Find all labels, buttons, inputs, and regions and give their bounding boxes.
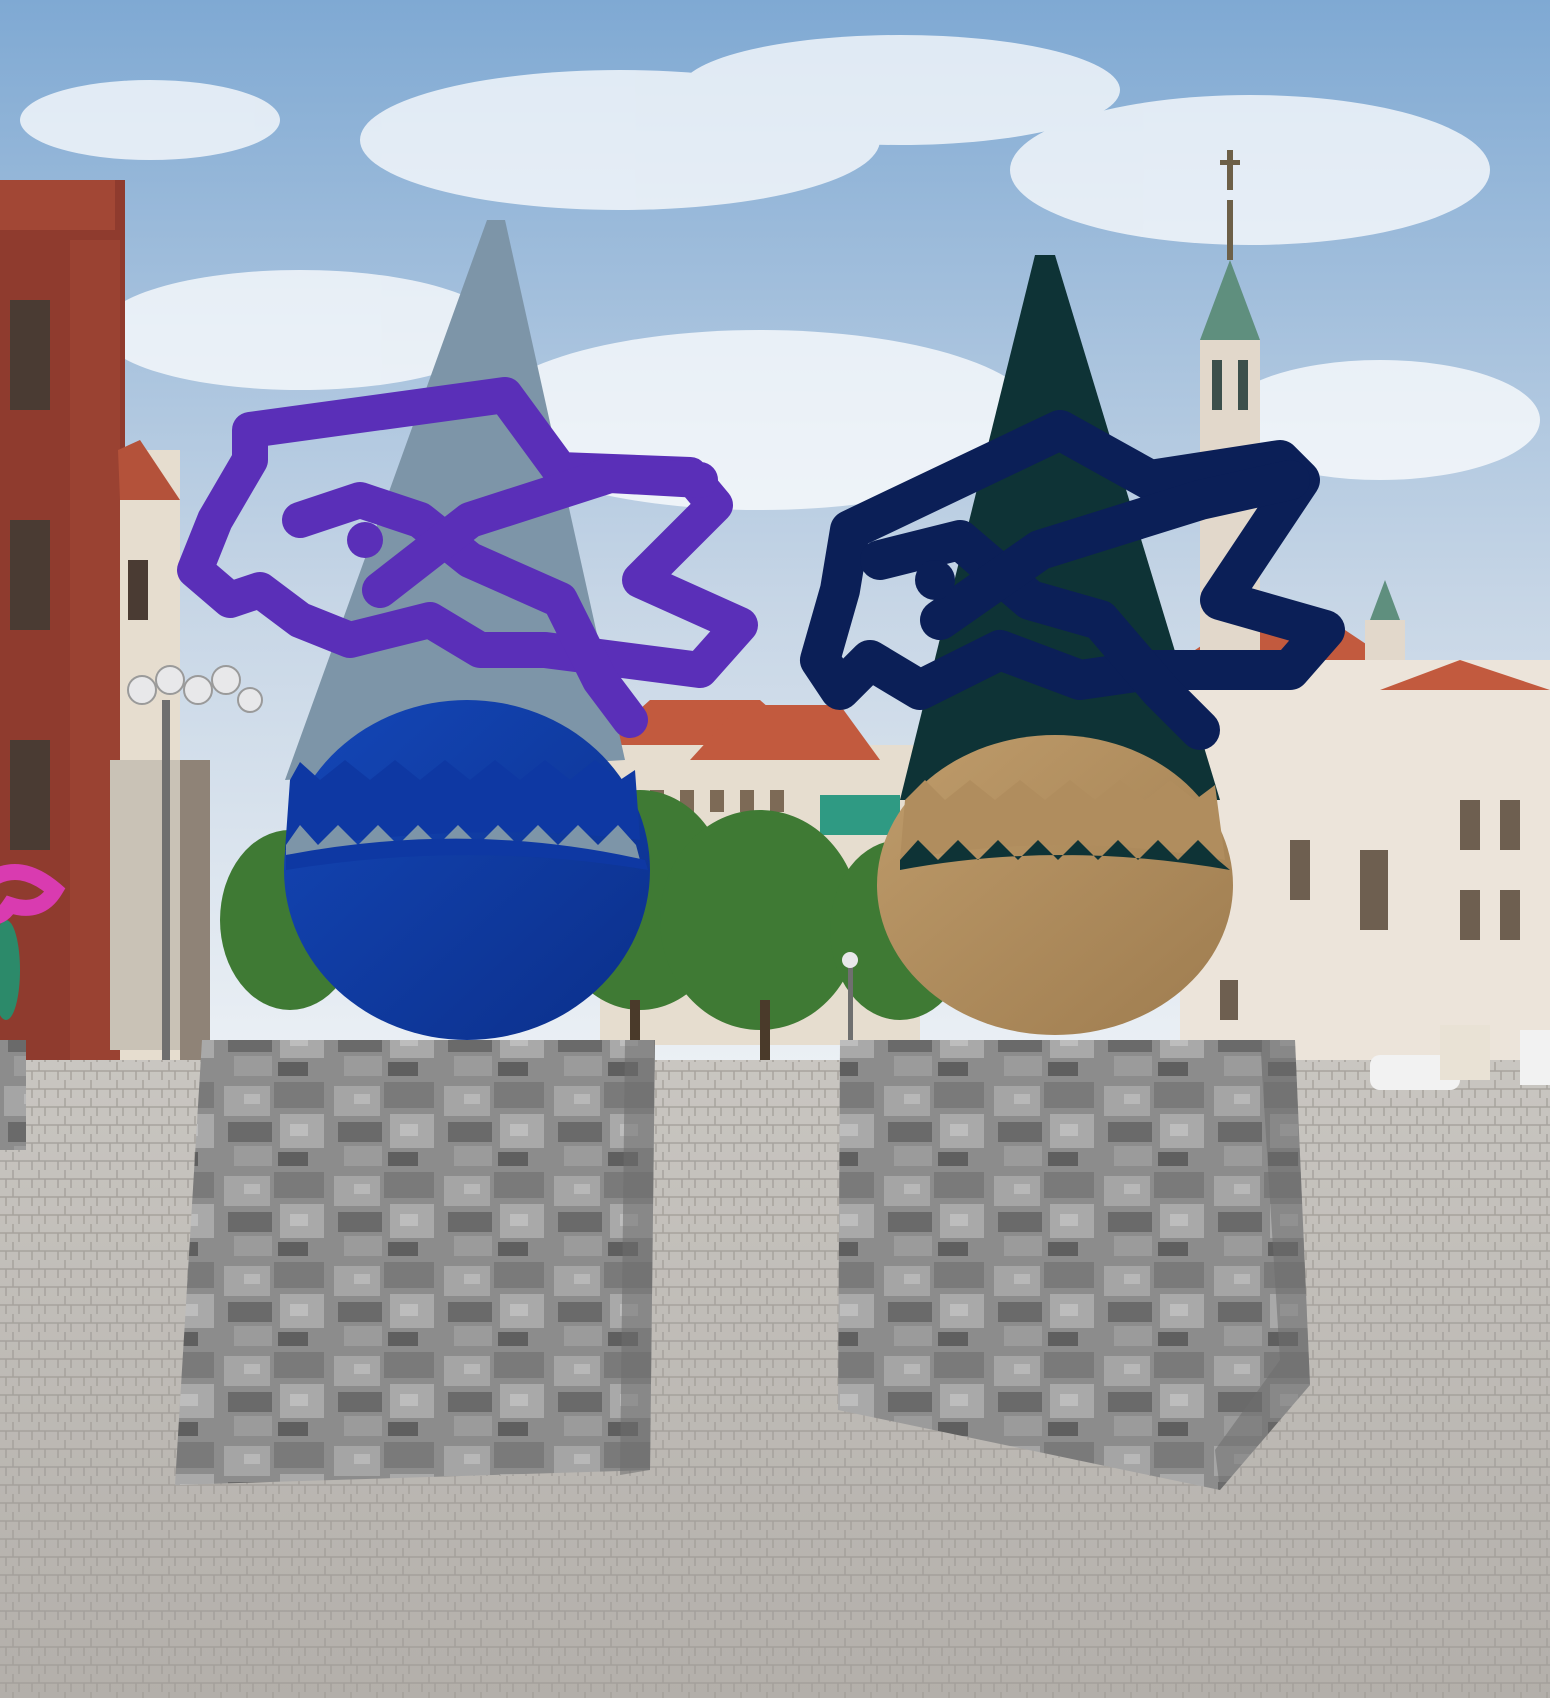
- pedestal-left: [175, 1040, 655, 1485]
- ball-right: [877, 735, 1233, 1035]
- scene-canvas: [0, 0, 1550, 1698]
- ar-scene: [0, 0, 1550, 1698]
- ball-left: [284, 700, 650, 1040]
- pedestal-right: [838, 1040, 1310, 1490]
